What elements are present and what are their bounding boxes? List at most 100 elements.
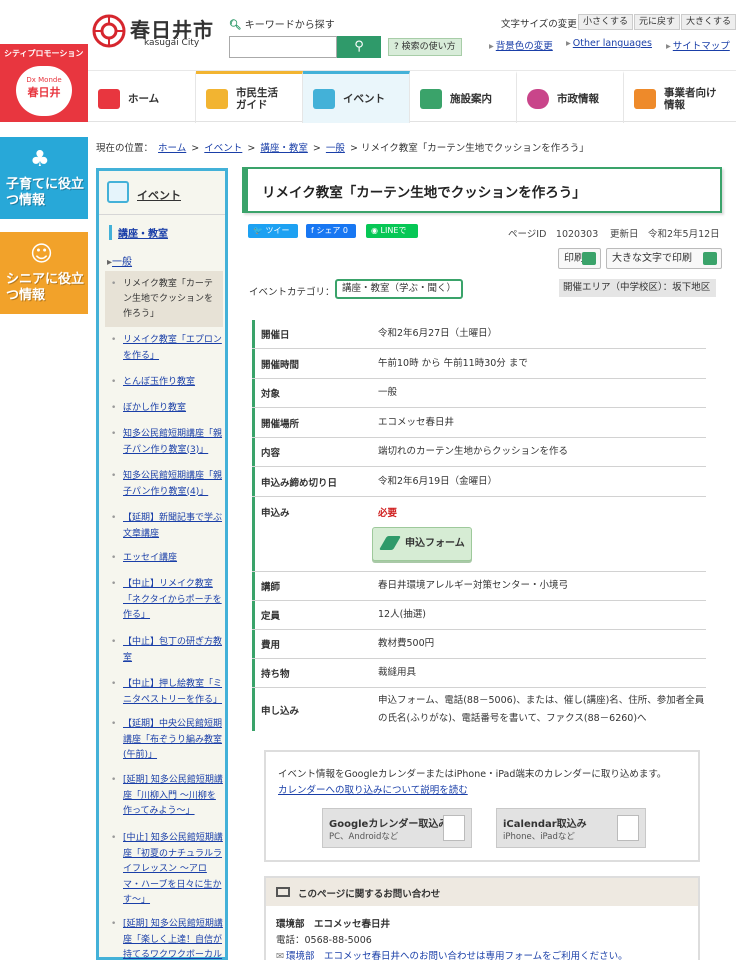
detail-value: 一般 (378, 387, 398, 398)
breadcrumb-separator: > (349, 143, 358, 154)
nav-life-guide[interactable]: 市民生活ガイド (196, 71, 303, 123)
sidebar-item[interactable]: とんぼ玉作り教室 (111, 375, 223, 391)
sidebar-item[interactable]: [延期] 知多公民館短期講座「川柳入門 ～川柳を作ってみよう～」 (111, 773, 223, 820)
detail-key: 申し込み (252, 688, 367, 731)
breadcrumb-course[interactable]: 講座・教室 (260, 143, 308, 154)
calendar-icon (107, 181, 129, 203)
calendar-icon (617, 815, 639, 841)
sidebar-item[interactable]: 【中止】包丁の研ぎ方教室 (111, 635, 223, 666)
google-calendar-sub: PC、Androidなど (329, 832, 399, 842)
line-share-button[interactable]: ◉ LINEで送る (366, 224, 418, 249)
print-button[interactable]: 印刷 (558, 248, 601, 269)
nav-city-info[interactable]: 市政情報 (517, 71, 624, 123)
breadcrumb-event[interactable]: イベント (204, 143, 242, 154)
detail-value: 端切れのカーテン生地からクッションを作る (378, 446, 569, 457)
sidebar-item[interactable]: 【中止】リメイク教室「ネクタイからポーチを作る」 (111, 577, 223, 624)
detail-row-how-to-apply: 申し込み 申込フォーム、電話(88－5006)、または、催し(講座)名、住所、参… (252, 688, 706, 731)
city-promo-brand: Dx Monde (26, 76, 62, 84)
detail-row-instructor: 講師 春日井環境アレルギー対策センター・小境弓 (252, 572, 706, 601)
childcare-info-banner[interactable]: ♣ 子育てに役立つ情報 (0, 137, 88, 219)
search-label: 🔍︎ キーワードから探す (229, 20, 335, 31)
facebook-share-button[interactable]: f シェア 0 (306, 224, 356, 238)
nav-facilities-label: 施設案内 (450, 92, 492, 105)
detail-key: 申込み締め切り日 (252, 467, 367, 496)
print-large-button[interactable]: 大きな文字で印刷 (606, 248, 722, 269)
application-form-label: 申込フォーム (405, 538, 465, 549)
detail-row-time: 開催時間 午前10時 から 午前11時30分 まで (252, 349, 706, 379)
detail-value: 令和2年6月27日（土曜日） (378, 328, 498, 339)
calendar-help-link[interactable]: カレンダーへの取り込みについて説明を読む (278, 782, 468, 796)
city-emblem-icon (92, 14, 126, 48)
nav-life-guide-label: 市民生活ガイド (236, 86, 278, 111)
senior-info-banner[interactable]: ☺ シニアに役立つ情報 (0, 232, 88, 314)
detail-row-capacity: 定員 12人(抽選) (252, 601, 706, 630)
sidebar-item[interactable]: 【延期】中央公民館短期講座「布ぞうり編み教室(午前)」 (111, 717, 223, 764)
required-label: 必要 (378, 508, 398, 519)
nav-business-label: 事業者向け情報 (664, 86, 717, 111)
detail-key: 定員 (252, 601, 367, 629)
contact-department: 環境部 エコメッセ春日井 (276, 919, 391, 930)
sidebar-item[interactable]: [中止] 知多公民館短期講座「初夏のナチュラルライフレッスン ～アロマ・ハーブを… (111, 831, 223, 909)
sitemap-link[interactable]: サイトマップ (666, 38, 730, 52)
nav-facilities[interactable]: 施設案内 (410, 71, 517, 123)
city-promo-label: シティプロモーション (4, 49, 84, 58)
sidebar-item[interactable]: [延期] 知多公民館短期講座「楽しく上達！自信が持てるワクワクボーカル (111, 917, 223, 960)
detail-value: 令和2年6月19日（金曜日） (378, 475, 498, 487)
sidebar-item[interactable]: 【延期】新聞記事で学ぶ文章講座 (111, 511, 223, 542)
font-small-button[interactable]: 小さくする (578, 14, 634, 30)
application-form-button[interactable]: 申込フォーム (372, 527, 472, 561)
sidebar-subcategory-link[interactable]: 一般 (107, 253, 132, 268)
sidebar-nav: イベント 講座・教室 一般 リメイク教室「カーテン生地でクッションを作ろう」 リ… (96, 168, 228, 960)
font-large-button[interactable]: 大きくする (681, 14, 736, 30)
detail-value: 申込フォーム、電話(88－5006)、または、催し(講座)名、住所、参加者全員の… (378, 694, 705, 724)
sidebar-category-link[interactable]: 講座・教室 (109, 225, 168, 240)
icalendar-sub: iPhone、iPadなど (503, 832, 575, 842)
childcare-label: 子育てに役立つ情報 (6, 177, 85, 208)
other-languages-link[interactable]: Other languages (566, 38, 652, 49)
font-size-label: 文字サイズの変更 (501, 19, 577, 30)
detail-row-venue: 開催場所 エコメッセ春日井 (252, 408, 706, 438)
updated-date: 更新日 令和2年5月12日 (610, 229, 720, 240)
sidebar-item[interactable]: 【中止】押し絵教室「ミニタペストリーを作る」 (111, 677, 223, 708)
tweet-button[interactable]: 🐦 ツイート (248, 224, 298, 249)
detail-key: 内容 (252, 438, 367, 466)
site-logo[interactable]: 春日井市 kasugai City (92, 12, 222, 52)
seniors-icon: ☺ (30, 242, 53, 267)
breadcrumb-separator: > (312, 143, 321, 154)
nav-home[interactable]: ホーム (88, 71, 196, 123)
heart-icon: Dx Monde 春日井 (16, 66, 72, 116)
sidebar-item[interactable]: エッセイ講座 (111, 551, 223, 567)
contact-form-link[interactable]: 環境部 エコメッセ春日井へのお問い合わせは専用フォームをご利用ください。 (276, 948, 628, 960)
sidebar-item[interactable]: 知多公民館短期講座「親子パン作り教室(3)」 (111, 427, 223, 458)
detail-key: 持ち物 (252, 659, 367, 687)
calendar-icon (443, 815, 465, 841)
sidebar-item[interactable]: ぼかし作り教室 (111, 401, 223, 417)
search-icon: 🔍︎ (229, 20, 242, 31)
search-input[interactable] (229, 36, 337, 58)
detail-row-deadline: 申込み締め切り日 令和2年6月19日（金曜日） (252, 467, 706, 497)
city-promotion-banner[interactable]: シティプロモーション Dx Monde 春日井 (0, 44, 88, 122)
icalendar-button[interactable]: iCalendar取込み iPhone、iPadなど (496, 808, 646, 848)
sidebar-heading-label: イベント (137, 189, 181, 202)
breadcrumb-general[interactable]: 一般 (326, 143, 345, 154)
font-reset-button[interactable]: 元に戻す (634, 14, 681, 30)
sidebar-item[interactable]: リメイク教室「エプロンを作る」 (111, 333, 223, 364)
search-button[interactable]: ⚲ (337, 36, 381, 58)
google-calendar-button[interactable]: Googleカレンダー取込み PC、Androidなど (322, 808, 472, 848)
sidebar-heading[interactable]: イベント (99, 171, 225, 215)
search-help-button[interactable]: ? 検索の使い方 (388, 38, 462, 56)
nav-business[interactable]: 事業者向け情報 (624, 71, 736, 123)
breadcrumb-separator: > (247, 143, 256, 154)
detail-value: 午前10時 から 午前11時30分 まで (378, 357, 528, 369)
event-area: 開催エリア（中学校区）：坂下地区 (559, 279, 716, 297)
detail-key: 講師 (252, 572, 367, 600)
nav-event[interactable]: イベント (303, 71, 410, 123)
bg-color-link[interactable]: 背景色の変更 (489, 38, 553, 52)
sidebar-item[interactable]: 知多公民館短期講座「親子パン作り教室(4)」 (111, 469, 223, 500)
breadcrumb-home[interactable]: ホーム (158, 143, 186, 154)
city-promo-name: 春日井 (27, 86, 61, 99)
detail-row-fee: 費用 教材費500円 (252, 630, 706, 659)
mail-icon (276, 887, 290, 897)
detail-row-content: 内容 端切れのカーテン生地からクッションを作る (252, 438, 706, 467)
calendar-icon (313, 88, 335, 109)
